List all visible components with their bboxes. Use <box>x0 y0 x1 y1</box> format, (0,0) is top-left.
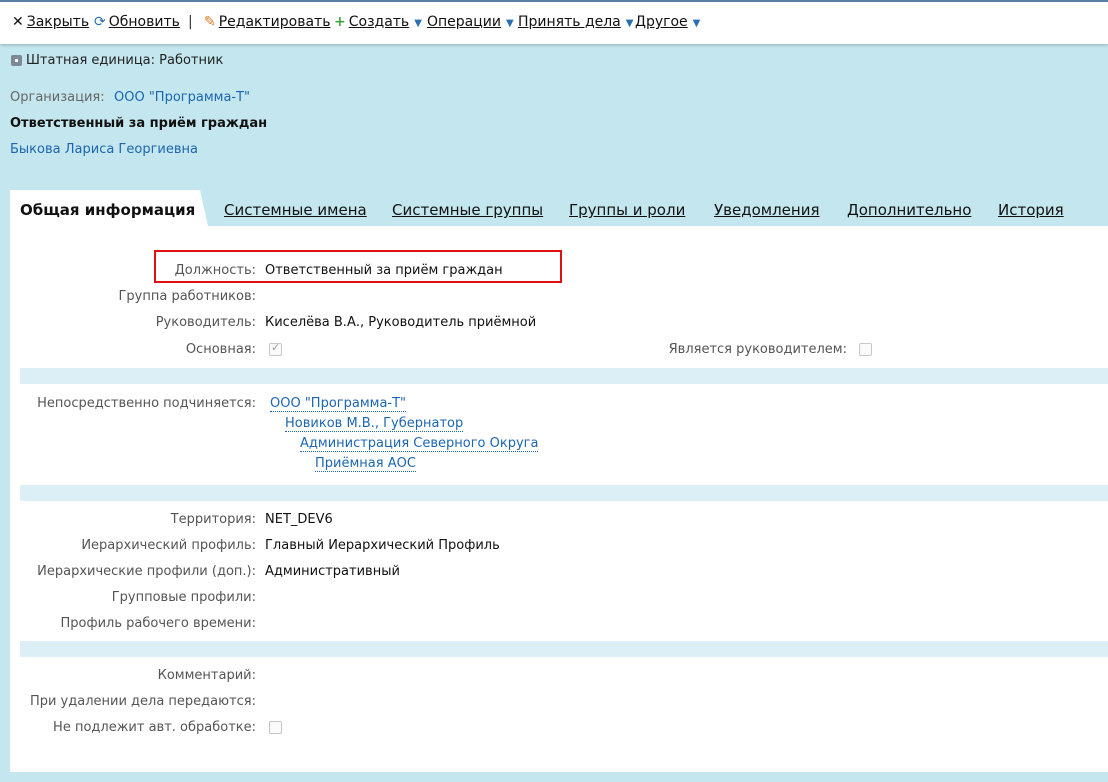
section-divider <box>20 368 1108 384</box>
accept-cases-menu[interactable]: Принять дела ▼ <box>518 14 633 30</box>
is-manager-checkbox[interactable] <box>859 343 872 356</box>
work-time-profile-label: Профиль рабочего времени: <box>60 616 256 631</box>
tab-notifications[interactable]: Уведомления <box>714 201 819 219</box>
person-link[interactable]: Быкова Лариса Георгиевна <box>10 142 198 157</box>
page-title: Штатная единица: Работник <box>26 53 224 68</box>
tab-additional[interactable]: Дополнительно <box>847 201 971 219</box>
tab-system-groups[interactable]: Системные группы <box>392 201 543 219</box>
subordination-link[interactable]: Приёмная АОС <box>315 456 416 472</box>
position-value: Ответственный за приём граждан <box>265 263 503 278</box>
accept-cases-label: Принять дела <box>518 14 621 30</box>
tab-groups-roles[interactable]: Группы и роли <box>569 201 685 219</box>
other-label: Другое <box>635 14 688 30</box>
primary-checkbox[interactable] <box>269 341 282 356</box>
subordination-link[interactable]: Администрация Северного Округа <box>300 436 539 452</box>
hier-profile-label: Иерархический профиль: <box>81 538 256 553</box>
organization-link[interactable]: ООО "Программа-Т" <box>114 90 250 105</box>
position-heading: Ответственный за приём граждан <box>10 116 268 131</box>
close-label: Закрыть <box>26 14 90 30</box>
section-divider <box>20 485 1108 501</box>
tab-system-names[interactable]: Системные имена <box>224 201 367 219</box>
hier-profiles-extra-value: Административный <box>265 564 400 579</box>
create-menu[interactable]: + Создать ▼ <box>334 14 422 30</box>
chevron-down-icon: ▼ <box>692 18 701 29</box>
refresh-icon: ⟳ <box>94 14 106 30</box>
subordination-link[interactable]: ООО "Программа-Т" <box>270 396 407 412</box>
pencil-icon: ✎ <box>204 14 216 30</box>
subordination-link[interactable]: Новиков М.В., Губернатор <box>285 416 464 432</box>
chevron-down-icon: ▼ <box>505 18 514 29</box>
territory-label: Территория: <box>170 512 256 527</box>
tab-history[interactable]: История <box>998 201 1064 219</box>
create-label: Создать <box>348 14 410 30</box>
edit-label: Редактировать <box>218 14 331 30</box>
toolbar-separator: | <box>188 14 193 30</box>
refresh-button[interactable]: ⟳ Обновить <box>94 14 180 30</box>
organization-label: Организация: <box>10 90 105 105</box>
no-auto-processing-checkbox[interactable] <box>269 721 282 734</box>
close-button[interactable]: ✕ Закрыть <box>12 14 89 30</box>
territory-value: NET_DEV6 <box>265 512 333 527</box>
hier-profiles-extra-label: Иерархические профили (доп.): <box>37 564 256 579</box>
close-icon: ✕ <box>12 14 24 30</box>
staff-unit-icon <box>11 55 22 66</box>
refresh-label: Обновить <box>108 14 180 30</box>
edit-button[interactable]: ✎ Редактировать <box>204 14 330 30</box>
is-manager-label: Является руководителем: <box>668 342 847 357</box>
hier-profile-value: Главный Иерархический Профиль <box>265 538 500 553</box>
other-menu[interactable]: Другое ▼ <box>635 14 700 30</box>
comment-label: Комментарий: <box>157 668 256 683</box>
operations-label: Операции <box>427 14 501 30</box>
transfer-label: При удалении дела передаются: <box>29 694 256 709</box>
toolbar: ✕ Закрыть ⟳ Обновить | ✎ Редактировать + Соз… <box>0 0 1108 44</box>
manager-value: Киселёва В.А., Руководитель приёмной <box>265 315 537 330</box>
position-label: Должность: <box>174 263 256 278</box>
group-profiles-label: Групповые профили: <box>111 590 256 605</box>
subordination-label: Непосредственно подчиняется: <box>37 396 256 411</box>
tab-general[interactable]: Общая информация <box>20 201 195 219</box>
employee-group-label: Группа работников: <box>118 289 256 304</box>
no-auto-processing-label: Не подлежит авт. обработке: <box>53 720 256 735</box>
chevron-down-icon: ▼ <box>414 18 422 29</box>
operations-menu[interactable]: Операции ▼ <box>427 14 514 30</box>
primary-label: Основная: <box>185 342 256 357</box>
manager-label: Руководитель: <box>155 315 256 330</box>
section-divider <box>20 641 1108 657</box>
chevron-down-icon: ▼ <box>625 18 634 29</box>
plus-icon: + <box>334 14 346 30</box>
